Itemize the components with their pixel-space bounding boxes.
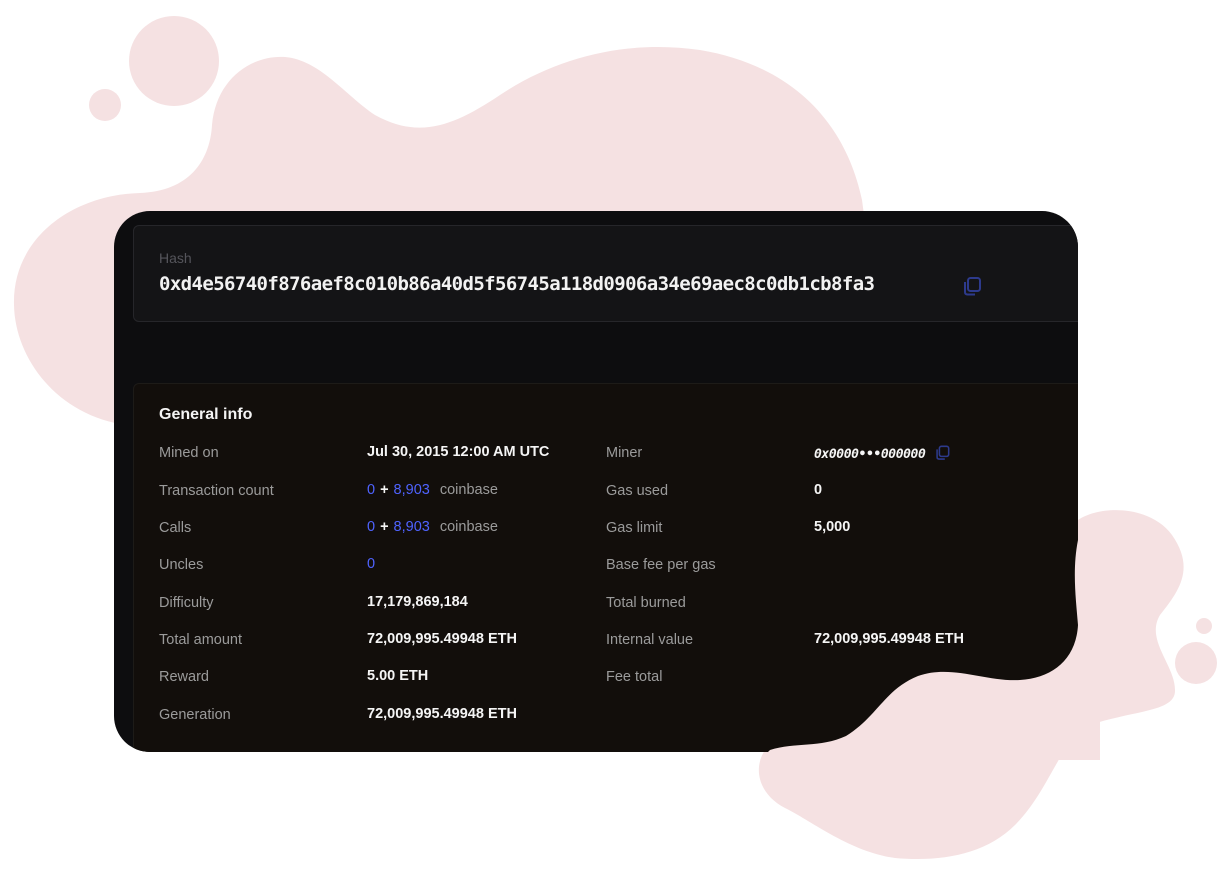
row-label: Internal value bbox=[606, 632, 694, 648]
row-value: 0 +8,903 coinbase bbox=[367, 519, 498, 535]
general-info-panel: General info Mined on Jul 30, 2015 12:00… bbox=[133, 383, 1078, 752]
general-info-title: General info bbox=[159, 406, 253, 423]
row-value: 72,009,995.49948 ETH bbox=[367, 631, 517, 647]
coinbase-label: coinbase bbox=[439, 519, 498, 535]
miner-address[interactable]: 0x0000•••000000 bbox=[814, 447, 926, 462]
row-label: Total amount bbox=[159, 632, 243, 648]
row-label: Mined on bbox=[159, 445, 219, 461]
calls-second-link[interactable]: 8,903 bbox=[394, 519, 430, 535]
tx-count-second-link[interactable]: 8,903 bbox=[394, 482, 430, 498]
row-label: Total burned bbox=[606, 595, 686, 611]
tx-count-first-link[interactable]: 0 bbox=[367, 482, 375, 498]
row-label: Uncles bbox=[159, 557, 204, 573]
row-label: Transaction count bbox=[159, 483, 274, 499]
row-value: 0 +8,903 coinbase bbox=[367, 482, 498, 498]
hash-value: 0xd4e56740f876aef8c010b86a40d5f56745a118… bbox=[159, 273, 875, 295]
hash-panel: Hash 0xd4e56740f876aef8c010b86a40d5f5674… bbox=[133, 225, 1078, 322]
row-value: 5.00 ETH bbox=[367, 668, 429, 684]
blob-circle-large bbox=[129, 16, 219, 106]
row-value: 5,000 bbox=[814, 519, 851, 535]
row-label: Difficulty bbox=[159, 595, 214, 611]
blob-circle-right bbox=[1175, 642, 1217, 684]
blob-circle-dot bbox=[1196, 618, 1212, 634]
row-value: 17,179,869,184 bbox=[367, 594, 468, 610]
row-value: 0x0000•••000000 bbox=[814, 444, 951, 462]
row-label: Miner bbox=[606, 445, 643, 461]
copy-icon[interactable] bbox=[961, 275, 983, 297]
calls-first-link[interactable]: 0 bbox=[367, 519, 375, 535]
row-value: 72,009,995.49948 ETH bbox=[367, 706, 517, 722]
coinbase-label: coinbase bbox=[439, 482, 498, 498]
blob-circle-small bbox=[89, 89, 121, 121]
page: Hash 0xd4e56740f876aef8c010b86a40d5f5674… bbox=[0, 0, 1230, 874]
row-label: Reward bbox=[159, 669, 209, 685]
row-label: Gas used bbox=[606, 483, 669, 499]
block-details-card: Hash 0xd4e56740f876aef8c010b86a40d5f5674… bbox=[114, 211, 1078, 752]
row-value: 0 bbox=[814, 482, 823, 498]
row-label: Gas limit bbox=[606, 520, 663, 536]
row-label: Calls bbox=[159, 520, 192, 536]
row-value: 0 bbox=[367, 556, 375, 572]
row-label: Generation bbox=[159, 707, 231, 723]
row-label: Fee total bbox=[606, 669, 663, 685]
plus-sign: + bbox=[380, 519, 389, 535]
plus-sign: + bbox=[380, 482, 389, 498]
copy-icon[interactable] bbox=[934, 444, 951, 461]
row-value: 72,009,995.49948 ETH bbox=[814, 631, 964, 647]
row-label: Base fee per gas bbox=[606, 557, 716, 573]
uncles-link[interactable]: 0 bbox=[367, 556, 375, 572]
hash-label: Hash bbox=[159, 250, 192, 266]
row-value: Jul 30, 2015 12:00 AM UTC bbox=[367, 444, 550, 460]
